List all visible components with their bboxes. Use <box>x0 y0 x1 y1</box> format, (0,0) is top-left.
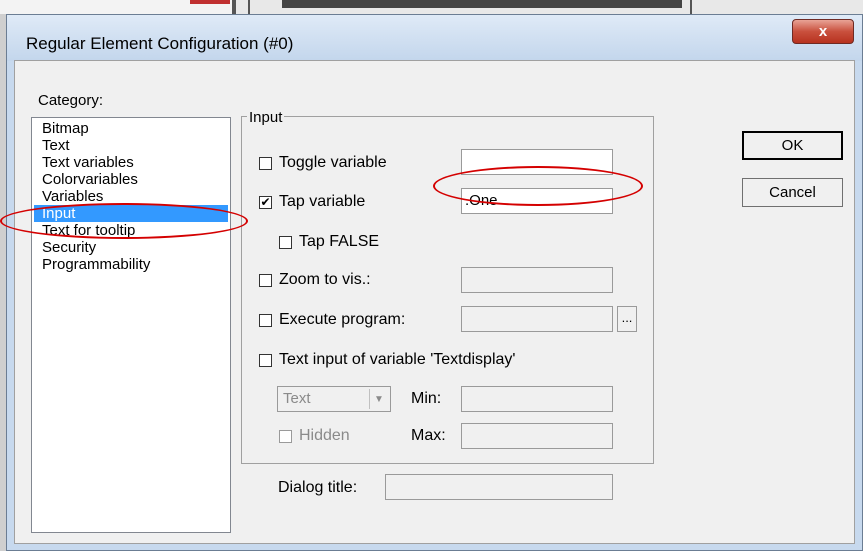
cancel-button[interactable]: Cancel <box>742 178 843 207</box>
text-input-label: Text input of variable 'Textdisplay' <box>279 351 516 368</box>
browse-program-button[interactable]: ... <box>617 306 637 332</box>
category-item-text[interactable]: Text <box>34 137 228 154</box>
ok-button[interactable]: OK <box>742 131 843 160</box>
zoom-to-vis-input[interactable] <box>461 267 613 293</box>
category-listbox[interactable]: Bitmap Text Text variables Colorvariable… <box>31 117 231 533</box>
zoom-to-vis-label: Zoom to vis.: <box>279 271 371 288</box>
window-title: Regular Element Configuration (#0) <box>26 34 294 53</box>
chevron-down-icon[interactable]: ▼ <box>369 389 388 409</box>
category-item-variables[interactable]: Variables <box>34 188 228 205</box>
checkmark-icon: ✔ <box>260 195 271 209</box>
tap-false-label: Tap FALSE <box>299 233 380 250</box>
category-item-bitmap[interactable]: Bitmap <box>34 120 228 137</box>
toggle-variable-input[interactable] <box>461 149 613 175</box>
title-bar[interactable]: Regular Element Configuration (#0) x <box>7 15 862 61</box>
dialog-title-label: Dialog title: <box>278 479 358 496</box>
zoom-to-vis-checkbox[interactable] <box>259 274 272 287</box>
tap-variable-input[interactable]: .One <box>461 188 613 214</box>
hidden-checkbox[interactable] <box>279 430 292 443</box>
text-type-select[interactable]: Text ▼ <box>277 386 391 412</box>
min-input[interactable] <box>461 386 613 412</box>
category-label: Category: <box>38 92 104 109</box>
hidden-label: Hidden <box>299 427 350 444</box>
max-label: Max: <box>411 427 446 444</box>
text-type-value: Text <box>283 390 311 407</box>
min-label: Min: <box>411 390 442 407</box>
input-group-legend: Input <box>247 109 285 126</box>
tap-false-checkbox[interactable] <box>279 236 292 249</box>
dialog-title-input[interactable] <box>385 474 613 500</box>
category-item-colorvariables[interactable]: Colorvariables <box>34 171 228 188</box>
category-item-input[interactable]: Input <box>34 205 228 222</box>
execute-program-checkbox[interactable] <box>259 314 272 327</box>
category-item-programmability[interactable]: Programmability <box>34 256 228 273</box>
category-item-text-variables[interactable]: Text variables <box>34 154 228 171</box>
toggle-variable-label: Toggle variable <box>279 154 387 171</box>
max-input[interactable] <box>461 423 613 449</box>
background-app <box>0 0 863 14</box>
text-input-checkbox[interactable] <box>259 354 272 367</box>
close-button[interactable]: x <box>792 19 854 44</box>
dialog-window: Regular Element Configuration (#0) x Cat… <box>6 14 863 551</box>
dialog-client-area: Category: Bitmap Text Text variables Col… <box>14 60 855 544</box>
tap-variable-checkbox[interactable]: ✔ <box>259 196 272 209</box>
category-item-security[interactable]: Security <box>34 239 228 256</box>
category-item-text-for-tooltip[interactable]: Text for tooltip <box>34 222 228 239</box>
execute-program-input[interactable] <box>461 306 613 332</box>
close-icon: x <box>818 23 828 40</box>
toggle-variable-checkbox[interactable] <box>259 157 272 170</box>
execute-program-label: Execute program: <box>279 311 406 328</box>
tap-variable-label: Tap variable <box>279 193 366 210</box>
